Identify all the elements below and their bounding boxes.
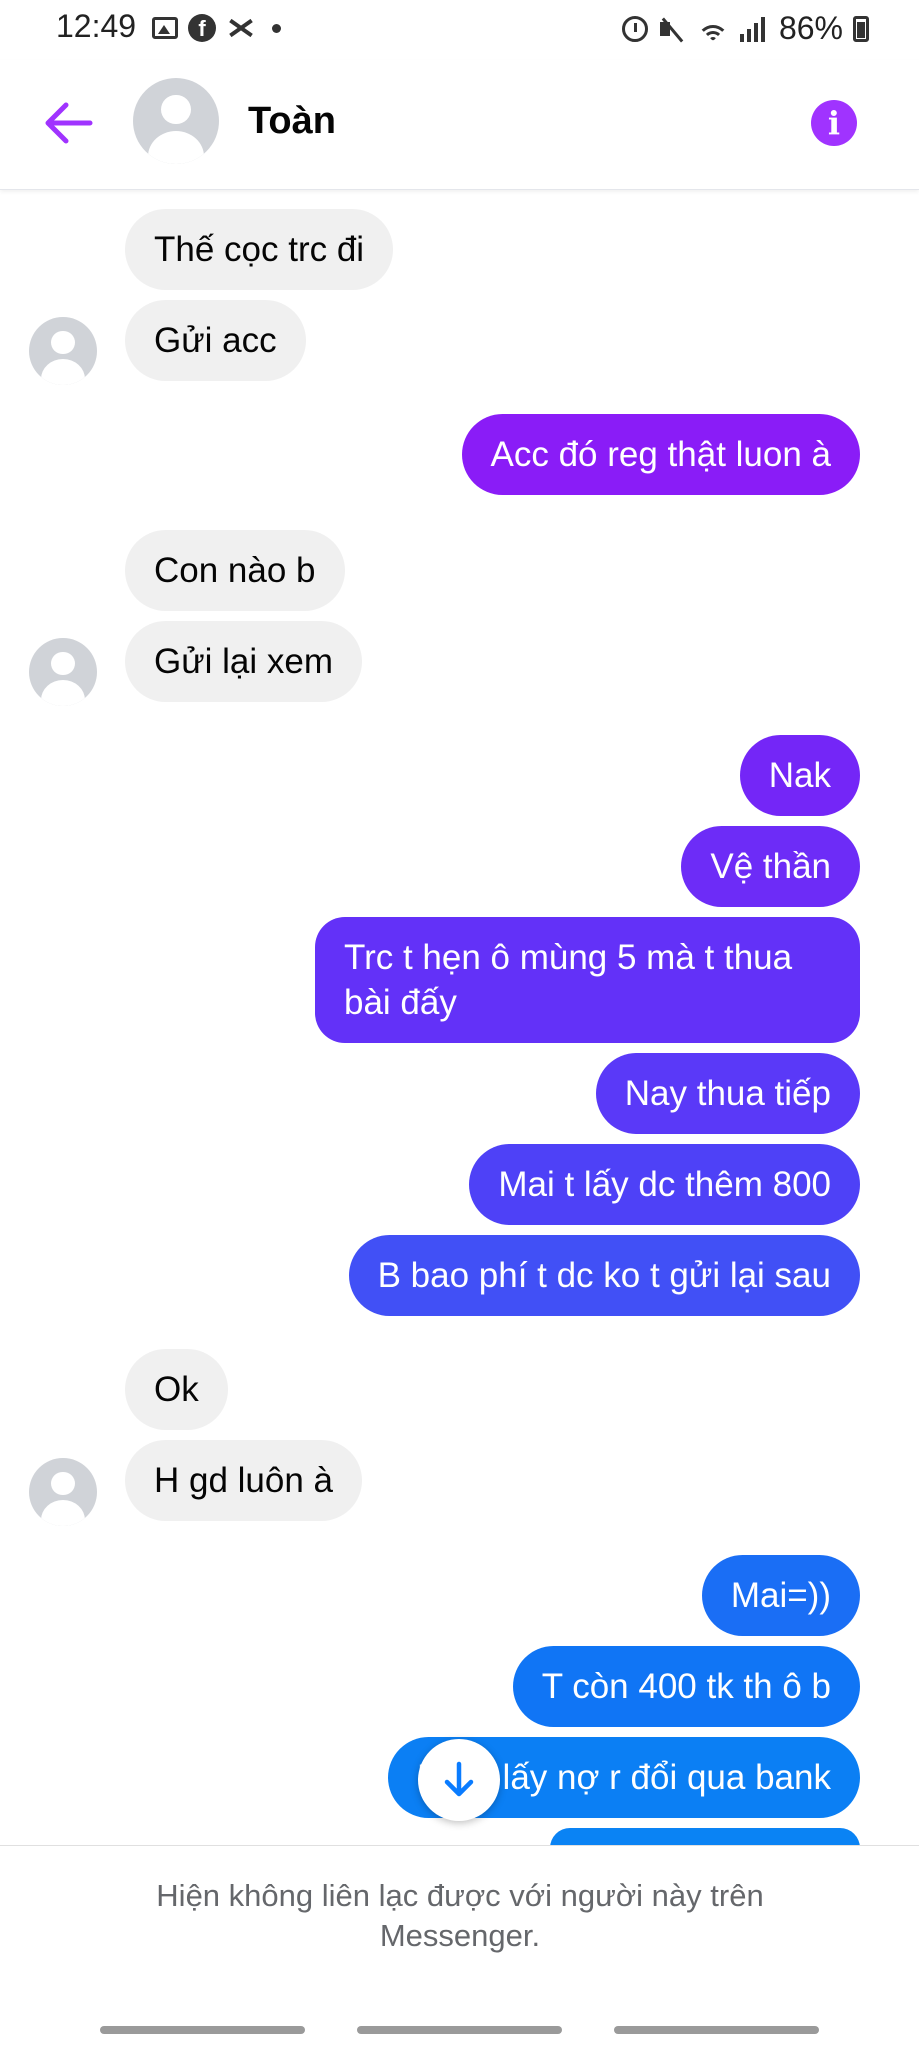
battery-percent: 86% (778, 10, 843, 46)
arrow-down-icon (444, 1761, 474, 1797)
info-icon[interactable]: i (811, 100, 857, 146)
message-incoming[interactable]: Thế cọc trc đi (125, 209, 394, 290)
gallery-icon (152, 17, 178, 39)
sender-avatar (29, 638, 97, 706)
message-outgoing[interactable]: Mai=)) (701, 1555, 860, 1636)
composer-unavailable-notice: Hiện không liên lạc được với người này t… (0, 1845, 919, 2048)
back-arrow-icon[interactable] (40, 98, 94, 148)
message-incoming[interactable]: Ok (125, 1349, 228, 1430)
wifi-icon (696, 15, 730, 43)
scroll-to-bottom-button[interactable] (418, 1739, 500, 1821)
message-incoming[interactable]: Gửi acc (125, 300, 306, 381)
battery-icon (853, 15, 869, 42)
message-outgoing[interactable]: Vệ thần (681, 826, 860, 907)
message-incoming[interactable]: Gửi lại xem (125, 621, 363, 702)
message-incoming[interactable]: Con nào b (125, 530, 345, 611)
contact-avatar[interactable] (133, 78, 219, 164)
facebook-icon: f (188, 14, 216, 42)
sender-avatar (29, 317, 97, 385)
nav-handle-center[interactable] (357, 2026, 562, 2034)
alarm-icon (621, 15, 648, 42)
message-outgoing[interactable]: Nak (739, 735, 860, 816)
message-outgoing[interactable]: T còn 400 tk th ô b (512, 1646, 860, 1727)
message-outgoing[interactable]: Mai t lấy dc thêm 800 (469, 1144, 860, 1225)
message-outgoing[interactable]: B bao phí t dc ko t gửi lại sau (348, 1235, 860, 1316)
dot-icon (272, 23, 281, 33)
status-bar: 12:49 f 86% (0, 0, 919, 56)
nav-handle-right[interactable] (614, 2026, 819, 2034)
mute-icon (658, 15, 686, 43)
message-outgoing[interactable]: Nay thua tiếp (595, 1053, 860, 1134)
contact-name[interactable]: Toàn (248, 100, 336, 143)
chat-header: Toàn i (0, 60, 919, 190)
status-time: 12:49 (56, 8, 137, 44)
message-outgoing[interactable]: Acc đó reg thật luon à (461, 414, 860, 495)
message-incoming[interactable]: H gd luôn à (125, 1440, 363, 1521)
message-outgoing[interactable]: Trc t hẹn ô mùng 5 mà t thua bài đấy (315, 917, 860, 1043)
signal-icon (739, 16, 765, 42)
gesture-nav-bar[interactable] (0, 2026, 919, 2046)
nav-handle-left[interactable] (100, 2026, 305, 2034)
capcut-icon (226, 15, 256, 41)
unavailable-message: Hiện không liên lạc được với người này t… (156, 1878, 764, 1953)
sender-avatar (29, 1458, 97, 1526)
